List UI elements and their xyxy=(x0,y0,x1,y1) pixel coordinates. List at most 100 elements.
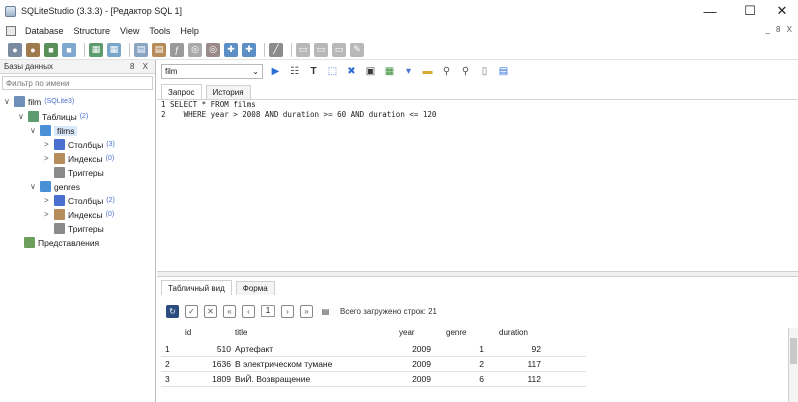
folder-icon[interactable]: ▬ xyxy=(421,65,434,78)
cell-id[interactable]: 510 xyxy=(183,342,231,357)
collation-icon[interactable]: ◎ xyxy=(206,42,220,57)
cell-genre[interactable]: 6 xyxy=(446,372,484,387)
menu-view[interactable]: View xyxy=(115,26,144,36)
table-row[interactable]: 1 510 Артефакт 2009 1 92 xyxy=(161,342,586,357)
tree-collapse-icon[interactable]: ∨ xyxy=(4,97,14,106)
cell-duration[interactable]: 92 xyxy=(499,342,541,357)
close-button[interactable]: ✕ xyxy=(762,0,798,22)
tile-icon[interactable]: ▭ xyxy=(296,42,310,57)
cell-id[interactable]: 1636 xyxy=(183,357,231,372)
arrange-icon[interactable]: ▭ xyxy=(332,42,346,57)
edit-database-icon[interactable]: ■ xyxy=(62,42,76,57)
tree-item-indexes[interactable]: > Индексы (0) xyxy=(44,208,114,221)
filter-input[interactable]: Фильтр по имени xyxy=(2,76,153,90)
tree-expand-icon[interactable]: > xyxy=(44,210,54,219)
format-icon[interactable]: T xyxy=(307,65,320,78)
table-row[interactable]: 2 1636 В электрическом тумане 2009 2 117 xyxy=(161,357,586,372)
tree-expand-icon[interactable]: > xyxy=(44,154,54,163)
prev-page-icon[interactable]: ‹ xyxy=(242,304,255,318)
import-icon[interactable]: ✚ xyxy=(224,42,238,57)
panel-controls[interactable]: 8 X xyxy=(130,62,151,71)
menu-help[interactable]: Help xyxy=(175,26,204,36)
first-page-icon[interactable]: « xyxy=(223,304,236,318)
cell-title[interactable]: В электрическом тумане xyxy=(235,357,332,372)
tree-item-columns[interactable]: > Столбцы (2) xyxy=(44,194,115,207)
print-icon[interactable]: ▤ xyxy=(319,305,332,318)
menu-database[interactable]: Database xyxy=(20,26,69,36)
replace-icon[interactable]: ⚲ xyxy=(459,65,472,78)
history-icon[interactable]: ✖ xyxy=(345,65,358,78)
next-page-icon[interactable]: › xyxy=(281,304,294,318)
minimize-button[interactable]: — xyxy=(690,0,730,22)
tree-collapse-icon[interactable]: ∨ xyxy=(30,126,40,135)
last-page-icon[interactable]: » xyxy=(300,304,313,318)
tree-item-database[interactable]: ∨ film (SQLite3) xyxy=(4,95,74,108)
cell-year[interactable]: 2009 xyxy=(399,372,431,387)
results-scrollbar[interactable] xyxy=(788,328,798,402)
cascade-icon[interactable]: ▭ xyxy=(314,42,328,57)
layout-horizontal-icon[interactable]: ▤ xyxy=(497,65,510,78)
add-database-icon[interactable]: ■ xyxy=(44,42,58,57)
execute-icon[interactable]: ▶ xyxy=(269,65,282,78)
trigger-icon[interactable]: ◎ xyxy=(188,42,202,57)
column-header-title[interactable]: title xyxy=(235,328,247,342)
rollback-icon[interactable]: ✕ xyxy=(204,304,217,318)
tree-expand-icon[interactable]: > xyxy=(44,140,54,149)
sql-code-area[interactable]: 1 SELECT * FROM films 2 WHERE year > 200… xyxy=(157,99,798,271)
search-icon[interactable]: ⚲ xyxy=(440,65,453,78)
cell-year[interactable]: 2009 xyxy=(399,342,431,357)
cell-id[interactable]: 1809 xyxy=(183,372,231,387)
tree-item-tables[interactable]: ∨ Таблицы (2) xyxy=(18,110,88,123)
connect-icon[interactable]: ● xyxy=(8,42,22,57)
index-icon[interactable]: ▤ xyxy=(152,42,166,57)
new-table-icon[interactable]: ▦ xyxy=(107,42,121,57)
menu-tools[interactable]: Tools xyxy=(144,26,175,36)
save-icon[interactable]: ▾ xyxy=(402,65,415,78)
export-results-icon[interactable]: ▣ xyxy=(364,65,377,78)
cell-title[interactable]: ВиЙ. Возвращение xyxy=(235,372,310,387)
cell-duration[interactable]: 117 xyxy=(499,357,541,372)
edit-icon[interactable]: ✎ xyxy=(350,42,364,57)
table-row[interactable]: 3 1809 ВиЙ. Возвращение 2009 6 112 xyxy=(161,372,586,387)
cell-year[interactable]: 2009 xyxy=(399,357,431,372)
tab-query[interactable]: Запрос xyxy=(161,84,202,99)
editor-splitter[interactable] xyxy=(157,271,798,277)
column-header-id[interactable]: id xyxy=(185,328,191,342)
tree-item-triggers[interactable]: Триггеры xyxy=(54,222,104,235)
cell-genre[interactable]: 1 xyxy=(446,342,484,357)
refresh-icon[interactable]: ↻ xyxy=(166,304,179,318)
view-icon[interactable]: ▤ xyxy=(134,42,148,57)
scrollbar-thumb[interactable] xyxy=(790,338,797,364)
tree-collapse-icon[interactable]: ∨ xyxy=(30,182,40,191)
function-icon[interactable]: ƒ xyxy=(170,42,184,57)
tree-item-columns[interactable]: > Столбцы (3) xyxy=(44,138,115,151)
cell-duration[interactable]: 112 xyxy=(499,372,541,387)
cell-title[interactable]: Артефакт xyxy=(235,342,273,357)
tree-item-views[interactable]: Представления xyxy=(24,236,99,249)
layout-vertical-icon[interactable]: ▯ xyxy=(478,65,491,78)
column-header-year[interactable]: year xyxy=(399,328,415,342)
cell-genre[interactable]: 2 xyxy=(446,357,484,372)
tree-item-table-genres[interactable]: ∨ genres xyxy=(30,180,80,193)
menu-structure[interactable]: Structure xyxy=(69,26,116,36)
tree-item-table-films[interactable]: ∨ films xyxy=(30,124,78,137)
commit-icon[interactable]: ✓ xyxy=(185,304,198,318)
column-header-genre[interactable]: genre xyxy=(446,328,466,342)
tab-grid-view[interactable]: Табличный вид xyxy=(161,280,232,295)
tree-item-indexes[interactable]: > Индексы (0) xyxy=(44,152,114,165)
page-number-input[interactable]: 1 xyxy=(261,305,275,317)
tree-collapse-icon[interactable]: ∨ xyxy=(18,112,28,121)
clear-icon[interactable]: ⬚ xyxy=(326,65,339,78)
table-icon[interactable]: ▦ xyxy=(89,42,103,57)
database-select[interactable]: film ⌄ xyxy=(161,63,263,79)
disconnect-icon[interactable]: ● xyxy=(26,42,40,57)
tab-history[interactable]: История xyxy=(205,85,251,99)
tree-item-triggers[interactable]: Триггеры xyxy=(54,166,104,179)
import-icon[interactable]: ▦ xyxy=(383,65,396,78)
export-icon[interactable]: ✚ xyxy=(242,42,256,57)
mdi-window-controls[interactable]: _ 8 X xyxy=(765,25,794,34)
tree-expand-icon[interactable]: > xyxy=(44,196,54,205)
column-header-duration[interactable]: duration xyxy=(499,328,528,342)
tools-icon[interactable]: ╱ xyxy=(269,42,283,57)
tab-form-view[interactable]: Форма xyxy=(235,281,275,295)
